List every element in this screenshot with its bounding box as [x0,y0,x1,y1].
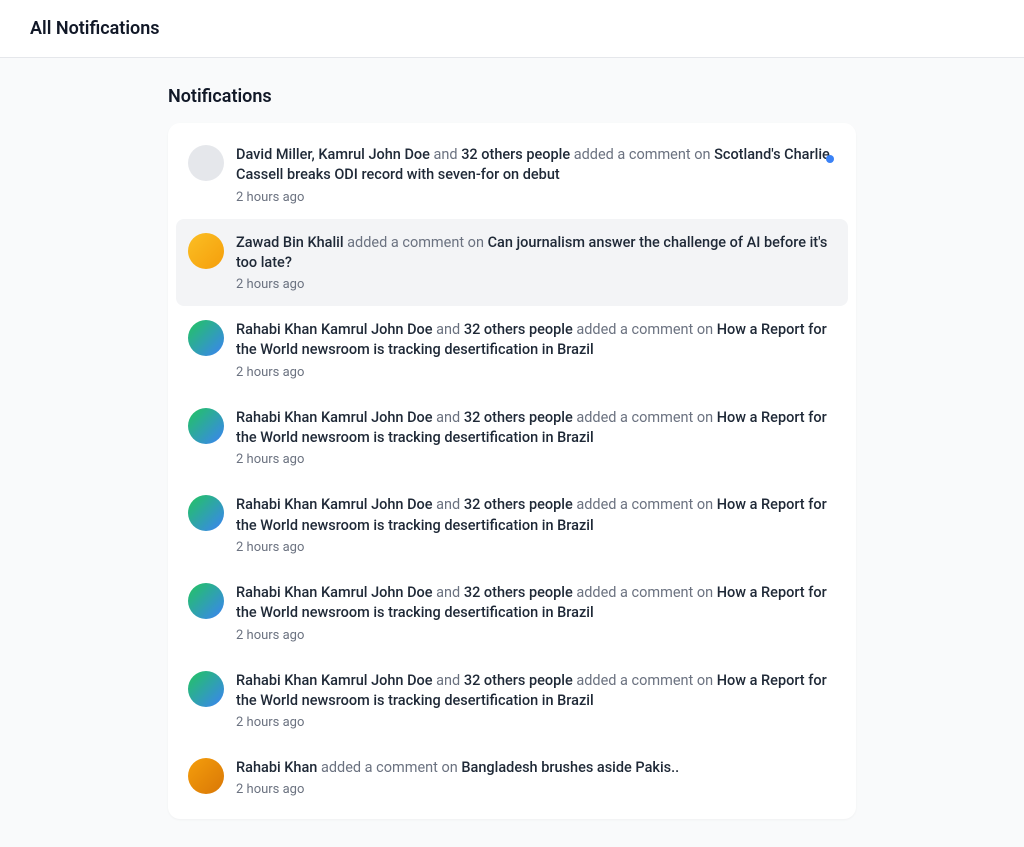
notification-extra: 32 others people [464,321,573,338]
notification-time: 2 hours ago [236,628,836,643]
notification-actor: Rahabi Khan Kamrul John Doe [236,321,433,338]
notification-extra: 32 others people [464,496,573,513]
notification-extra: 32 others people [464,584,573,601]
avatar [188,495,224,531]
notification-actor: Rahabi Khan Kamrul John Doe [236,496,433,513]
notification-item[interactable]: Zawad Bin Khalil added a comment on Can … [176,219,848,307]
notification-actor: Rahabi Khan Kamrul John Doe [236,409,433,426]
notification-item[interactable]: Rahabi Khan Kamrul John Doe and 32 other… [176,481,848,569]
notification-item[interactable]: Rahabi Khan added a comment on Banglades… [176,744,848,811]
notification-action: added a comment on [573,584,717,601]
notification-item[interactable]: Rahabi Khan Kamrul John Doe and 32 other… [176,569,848,657]
notification-connector: and [433,496,464,513]
notification-action: added a comment on [573,496,717,513]
notification-content: Rahabi Khan Kamrul John Doe and 32 other… [236,408,836,468]
notification-time: 2 hours ago [236,190,836,205]
avatar [188,583,224,619]
notification-target: Bangladesh brushes aside Pakis.. [461,759,679,776]
notification-connector: and [433,409,464,426]
notification-actor: Rahabi Khan [236,759,317,776]
notification-extra: 32 others people [464,409,573,426]
avatar [188,758,224,794]
notification-content: Rahabi Khan Kamrul John Doe and 32 other… [236,320,836,380]
notification-extra: 32 others people [464,672,573,689]
notification-action: added a comment on [573,672,717,689]
notification-time: 2 hours ago [236,782,836,797]
avatar [188,671,224,707]
page-header: All Notifications [0,0,1024,58]
notification-connector: and [433,321,464,338]
notifications-card: David Miller, Kamrul John Doe and 32 oth… [168,123,856,819]
notification-content: Rahabi Khan added a comment on Banglades… [236,758,836,797]
notification-connector: and [433,584,464,601]
section-title: Notifications [168,86,856,107]
notification-time: 2 hours ago [236,540,836,555]
notification-content: Rahabi Khan Kamrul John Doe and 32 other… [236,671,836,731]
notification-time: 2 hours ago [236,452,836,467]
notification-time: 2 hours ago [236,715,836,730]
avatar [188,408,224,444]
notification-text: Rahabi Khan added a comment on Banglades… [236,758,836,778]
notification-text: David Miller, Kamrul John Doe and 32 oth… [236,145,836,186]
notification-actor: Rahabi Khan Kamrul John Doe [236,672,433,689]
notification-connector: and [433,672,464,689]
notification-text: Rahabi Khan Kamrul John Doe and 32 other… [236,320,836,361]
notification-time: 2 hours ago [236,365,836,380]
notification-action: added a comment on [573,321,717,338]
avatar [188,233,224,269]
notification-text: Rahabi Khan Kamrul John Doe and 32 other… [236,408,836,449]
page-title: All Notifications [30,18,994,39]
notification-item[interactable]: Rahabi Khan Kamrul John Doe and 32 other… [176,657,848,745]
notification-action: added a comment on [573,409,717,426]
notification-action: added a comment on [570,146,714,163]
notification-text: Rahabi Khan Kamrul John Doe and 32 other… [236,671,836,712]
notification-action: added a comment on [344,234,488,251]
notification-extra: 32 others people [461,146,570,163]
notification-text: Rahabi Khan Kamrul John Doe and 32 other… [236,583,836,624]
notification-connector: and [430,146,461,163]
notification-item[interactable]: Rahabi Khan Kamrul John Doe and 32 other… [176,394,848,482]
main-container: Notifications David Miller, Kamrul John … [168,58,856,847]
notification-content: Rahabi Khan Kamrul John Doe and 32 other… [236,495,836,555]
notification-actor: Zawad Bin Khalil [236,234,344,251]
notification-content: Zawad Bin Khalil added a comment on Can … [236,233,836,293]
notification-time: 2 hours ago [236,277,836,292]
notification-item[interactable]: David Miller, Kamrul John Doe and 32 oth… [176,131,848,219]
avatar [188,145,224,181]
notification-content: Rahabi Khan Kamrul John Doe and 32 other… [236,583,836,643]
avatar [188,320,224,356]
notification-action: added a comment on [317,759,461,776]
notification-actor: David Miller, Kamrul John Doe [236,146,430,163]
notification-text: Zawad Bin Khalil added a comment on Can … [236,233,836,274]
notification-item[interactable]: Rahabi Khan Kamrul John Doe and 32 other… [176,306,848,394]
unread-dot-icon [826,155,834,163]
notification-content: David Miller, Kamrul John Doe and 32 oth… [236,145,836,205]
notification-actor: Rahabi Khan Kamrul John Doe [236,584,433,601]
notification-text: Rahabi Khan Kamrul John Doe and 32 other… [236,495,836,536]
